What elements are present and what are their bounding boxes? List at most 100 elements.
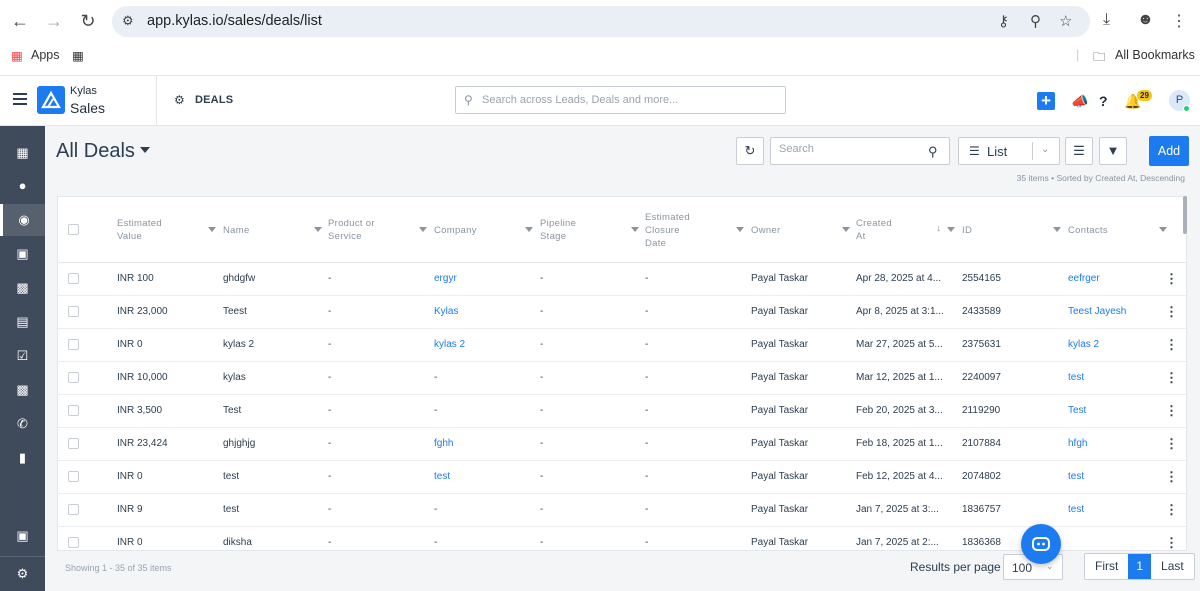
apps-grid-icon[interactable]: ▦ <box>11 48 23 63</box>
cell-name[interactable]: kylas 2 <box>223 339 320 350</box>
cell-name[interactable]: test <box>223 471 320 482</box>
chat-bot-button[interactable] <box>1021 524 1061 564</box>
zoom-icon[interactable]: ⚲ <box>1030 12 1041 30</box>
cell-name[interactable]: test <box>223 504 320 515</box>
column-header-owner[interactable]: Owner <box>751 197 856 263</box>
column-header-company[interactable]: Company <box>434 197 539 263</box>
bookmark-star-icon[interactable]: ☆ <box>1059 12 1072 30</box>
hamburger-menu-icon[interactable] <box>13 93 27 105</box>
row-actions-kebab-icon[interactable]: ⋮ <box>1165 370 1178 386</box>
columns-button[interactable]: ☰ <box>1065 137 1093 165</box>
cell-name[interactable]: ghdgfw <box>223 273 320 284</box>
megaphone-icon[interactable]: 📣 <box>1071 93 1088 110</box>
tab-groups-icon[interactable]: ▦ <box>72 48 84 63</box>
calendar-icon[interactable]: ▩ <box>0 374 45 406</box>
cell-contacts[interactable]: kylas 2 <box>1068 339 1165 350</box>
select-all-checkbox[interactable] <box>68 224 79 235</box>
first-page-button[interactable]: First <box>1085 554 1128 579</box>
cell-contacts[interactable]: test <box>1068 471 1165 482</box>
dashboard-icon[interactable]: ▦ <box>0 137 45 169</box>
column-menu-caret-icon[interactable] <box>631 227 639 232</box>
column-header-pipeline-stage[interactable]: Pipeline Stage <box>540 197 645 263</box>
reload-icon[interactable]: ↻ <box>77 10 99 32</box>
row-actions-kebab-icon[interactable]: ⋮ <box>1165 535 1178 550</box>
row-checkbox[interactable] <box>68 471 79 482</box>
row-actions-kebab-icon[interactable]: ⋮ <box>1165 271 1178 287</box>
cell-name[interactable]: kylas <box>223 372 320 383</box>
cell-company[interactable]: kylas 2 <box>434 339 531 350</box>
row-actions-kebab-icon[interactable]: ⋮ <box>1165 436 1178 452</box>
row-checkbox[interactable] <box>68 339 79 350</box>
add-deal-button[interactable]: Add <box>1149 136 1189 166</box>
column-menu-caret-icon[interactable] <box>1159 227 1167 232</box>
global-search-input[interactable]: ⚲ Search across Leads, Deals and more... <box>455 86 786 114</box>
cell-contacts[interactable]: eefrger <box>1068 273 1165 284</box>
row-actions-kebab-icon[interactable]: ⋮ <box>1165 337 1178 353</box>
row-checkbox[interactable] <box>68 372 79 383</box>
view-title[interactable]: All Deals <box>56 140 135 163</box>
table-row[interactable]: INR 0 test - test - - Payal Taskar Feb 12, 2025… <box>58 461 1186 494</box>
column-header-estimated-closure-date[interactable]: Estimated Closure Date <box>645 197 750 263</box>
list-search-field[interactable]: ⚲ <box>770 137 950 165</box>
cell-contacts[interactable]: hfgh <box>1068 438 1165 449</box>
cell-company[interactable]: fghh <box>434 438 531 449</box>
cell-contacts[interactable]: test <box>1068 372 1165 383</box>
row-checkbox[interactable] <box>68 405 79 416</box>
contacts-card-icon[interactable]: ▣ <box>0 238 45 270</box>
cell-name[interactable]: ghjghjg <box>223 438 320 449</box>
list-search-input[interactable] <box>779 143 919 155</box>
column-menu-caret-icon[interactable] <box>419 227 427 232</box>
table-row[interactable]: INR 9 test - - - - Payal Taskar Jan 7, 2025 at … <box>58 494 1186 527</box>
column-header-estimated-value[interactable]: Estimated Value <box>117 197 222 263</box>
table-row[interactable]: INR 0 diksha - - - - Payal Taskar Jan 7, 2025 a… <box>58 527 1186 550</box>
apps-bookmark[interactable]: Apps <box>31 48 60 62</box>
help-icon[interactable]: ? <box>1099 93 1108 109</box>
column-menu-caret-icon[interactable] <box>525 227 533 232</box>
cell-company[interactable]: test <box>434 471 531 482</box>
column-header-id[interactable]: ID <box>962 197 1067 263</box>
tasks-checkbox-icon[interactable]: ☑ <box>0 340 45 372</box>
back-arrow-icon[interactable]: ← <box>9 10 31 32</box>
table-row[interactable]: INR 23,000 Teest - Kylas - - Payal Taskar Apr 8… <box>58 296 1186 329</box>
column-header-contacts[interactable]: Contacts <box>1068 197 1173 263</box>
row-checkbox[interactable] <box>68 273 79 284</box>
row-actions-kebab-icon[interactable]: ⋮ <box>1165 469 1178 485</box>
cell-contacts[interactable]: Test <box>1068 405 1165 416</box>
refresh-button[interactable]: ↻ <box>736 137 764 165</box>
cell-contacts[interactable]: Teest Jayesh <box>1068 306 1165 317</box>
row-actions-kebab-icon[interactable]: ⋮ <box>1165 304 1178 320</box>
row-actions-kebab-icon[interactable]: ⋮ <box>1165 403 1178 419</box>
filter-button[interactable]: ▼ <box>1099 137 1127 165</box>
view-dropdown-caret-icon[interactable] <box>140 147 150 153</box>
column-menu-caret-icon[interactable] <box>736 227 744 232</box>
cell-name[interactable]: Teest <box>223 306 320 317</box>
table-row[interactable]: INR 0 kylas 2- kylas 2- - Payal Taskar Mar 27… <box>58 329 1186 362</box>
table-row[interactable]: INR 100 ghdgfw - ergyr - - Payal Taskar Apr 28,… <box>58 263 1186 296</box>
settings-gear-icon[interactable]: ⚙ <box>0 558 45 590</box>
row-checkbox[interactable] <box>68 306 79 317</box>
calls-phone-icon[interactable]: ✆ <box>0 408 45 440</box>
download-icon[interactable]: ⤓ <box>1103 11 1110 29</box>
column-menu-caret-icon[interactable] <box>314 227 322 232</box>
column-menu-caret-icon[interactable] <box>1053 227 1061 232</box>
site-settings-icon[interactable]: ⚙ <box>122 13 134 29</box>
row-checkbox[interactable] <box>68 537 79 548</box>
table-row[interactable]: INR 3,500 Test - - - - Payal Taskar Feb 20, 202… <box>58 395 1186 428</box>
quick-add-button[interactable]: + <box>1037 92 1055 110</box>
column-header-name[interactable]: Name <box>223 197 328 263</box>
clipboard-icon[interactable]: ▤ <box>0 306 45 338</box>
current-page-button[interactable]: 1 <box>1128 554 1152 579</box>
column-header-product-or-service[interactable]: Product or Service <box>328 197 433 263</box>
cell-name[interactable]: Test <box>223 405 320 416</box>
kylas-logo[interactable] <box>37 86 65 114</box>
menu-kebab-icon[interactable]: ⋮ <box>1171 11 1187 31</box>
column-menu-caret-icon[interactable] <box>842 227 850 232</box>
sort-descending-icon[interactable]: ↓ <box>936 223 941 234</box>
column-menu-caret-icon[interactable] <box>208 227 216 232</box>
last-page-button[interactable]: Last <box>1151 554 1194 579</box>
marketplace-grid-icon[interactable]: ▣ <box>0 520 45 552</box>
reports-chart-icon[interactable]: ▮ <box>0 442 45 474</box>
cell-contacts[interactable]: test <box>1068 504 1165 515</box>
column-menu-caret-icon[interactable] <box>947 227 955 232</box>
row-checkbox[interactable] <box>68 438 79 449</box>
